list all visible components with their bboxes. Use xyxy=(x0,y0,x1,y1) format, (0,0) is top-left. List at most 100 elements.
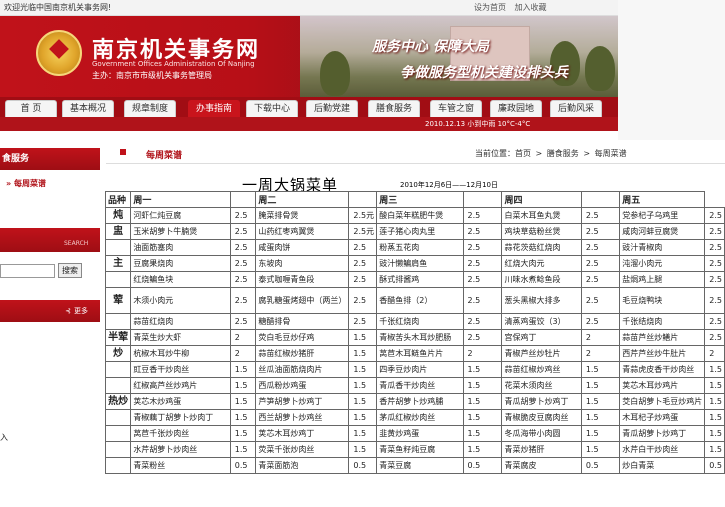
nav-tab-6[interactable]: 膳食服务 xyxy=(368,100,420,117)
dish-price: 1.5 xyxy=(229,425,257,442)
dish-name: 粉蒸五花肉 xyxy=(376,239,464,256)
dish-price: 2.5 xyxy=(704,313,725,330)
dish-name: 丝瓜油面筋烧肉片 xyxy=(255,361,350,378)
sidebar-item-weekly-menu[interactable]: » 每周菜谱 xyxy=(6,178,46,189)
breadcrumb-home[interactable]: 当前位置：首页 xyxy=(475,149,531,158)
sidebar-more-bar[interactable]: ⊰ 更多 xyxy=(0,300,100,322)
dish-price: 1.5 xyxy=(462,425,503,442)
dish-name: 茅瓜红椒炒肉丝 xyxy=(376,409,464,426)
dish-name: 蒜苗芦丝炒鳝片 xyxy=(619,329,706,346)
dish-name: 青瓜胡萝卜炒鸡丁 xyxy=(619,425,706,442)
sidebar: 食服务 » 每周菜谱 SEARCH 搜索 ⊰ 更多 入 xyxy=(0,140,100,507)
table-row: 蒜苗红烧肉 2.5 糖醋排骨 2.5 千张红烧肉 2.5 清蒸鸡蛋饺（3） 2.5 千张结烧肉 2… xyxy=(104,313,725,330)
dish-name: 韭黄炒鸡蛋 xyxy=(376,425,464,442)
table-row: 热炒 荚芯木炒鸡蛋 1.5 芦笋胡萝卜炒鸡丁 1.5 香芹胡萝卜炒鸡脯 1.5 青瓜胡萝卜炒鸡… xyxy=(104,393,725,410)
dish-name: 咸肉河蚌豆腐煲 xyxy=(619,223,706,240)
dish-price: 2.5 xyxy=(462,223,503,240)
table-row: 青菜粉丝 0.5 青菜面筋泡 0.5 青菜豆腐 0.5 青菜腐皮 0.5 炒白青菜 0.5 xyxy=(104,457,725,474)
date-bar: 2010.12.13 小到中雨 10°C-4°C xyxy=(0,117,618,131)
dish-price: 2.5 xyxy=(704,223,725,240)
breadcrumb-weekly-menu[interactable]: 每周菜谱 xyxy=(595,149,627,158)
dish-price: 2.5 xyxy=(704,239,725,256)
dish-price: 2.5 xyxy=(348,313,378,330)
dish-price: 1.5 xyxy=(348,361,378,378)
dish-name: 青菜鱼籽炖豆腐 xyxy=(376,441,464,458)
dish-price: 1.5 xyxy=(580,393,621,410)
dish-name: 千张结烧肉 xyxy=(619,313,706,330)
dish-price: 2.5 xyxy=(462,255,503,272)
dish-name: 豇豆香干炒肉丝 xyxy=(130,361,231,378)
sidebar-section-header: 食服务 xyxy=(0,148,100,170)
dish-name: 青菜腐皮 xyxy=(501,457,582,474)
weekly-menu-table: 品种 周一 周二 周三 周四 周五 炖河虾仁炖豆腐 2.5 腌菜排骨煲 2.5元 酸白菜年糕肥牛煲… xyxy=(104,191,725,474)
table-header-row: 品种 周一 周二 周三 周四 周五 xyxy=(104,191,725,208)
dish-name: 东坡肉 xyxy=(255,255,350,272)
dish-name: 白菜木耳鱼丸煲 xyxy=(501,207,582,224)
dish-name: 咸蛋肉饼 xyxy=(255,239,350,256)
dish-price: 2.5 xyxy=(229,207,257,224)
dish-price: 1.5 xyxy=(229,393,257,410)
dish-name: 茭白胡萝卜毛豆炒鸡片 xyxy=(619,393,706,410)
table-row: 油面筋塞肉 2.5 咸蛋肉饼 2.5 粉蒸五花肉 2.5 蒜花茨菇红烧肉 2.5 豉汁青椒肉 2.… xyxy=(104,239,725,256)
category-cell: 荤 xyxy=(104,287,132,314)
main-nav: 首 页基本概况 规章制度 办事指南 下载中心 后勤党建 膳食服务 车管之窗 廉政园地 后勤风采 xyxy=(0,97,618,117)
dish-price: 2.5 xyxy=(704,287,725,314)
search-label: SEARCH xyxy=(64,240,89,247)
sidebar-input-label: 入 xyxy=(0,433,8,442)
dish-price: 2.5 xyxy=(580,255,621,272)
dish-price: 2.5 xyxy=(704,271,725,288)
dish-price: 2.5 xyxy=(580,287,621,314)
dish-name: 毛豆烧鸭块 xyxy=(619,287,706,314)
nav-tab-4[interactable]: 下载中心 xyxy=(246,100,298,117)
dish-price: 1.5 xyxy=(704,377,725,394)
category-cell xyxy=(104,409,132,426)
breadcrumb: 当前位置：首页 > 膳食服务 > 每周菜谱 xyxy=(475,149,627,158)
column-header-8 xyxy=(580,191,621,208)
search-input[interactable] xyxy=(0,264,55,278)
add-favorite-link[interactable]: 加入收藏 xyxy=(515,3,547,12)
dish-price: 1.5 xyxy=(704,361,725,378)
nav-tab-7[interactable]: 车管之窗 xyxy=(430,100,482,117)
nav-tab-3[interactable]: 办事指南 xyxy=(188,100,240,117)
nav-tab-0[interactable]: 首 页 xyxy=(5,100,57,117)
dish-name: 酥式排酱鸡 xyxy=(376,271,464,288)
dish-name: 荚芯木耳炒鸡片 xyxy=(619,377,706,394)
nav-tab-9[interactable]: 后勤风采 xyxy=(550,100,602,117)
dish-price: 2.5 xyxy=(462,239,503,256)
nav-tab-5[interactable]: 后勤党建 xyxy=(306,100,358,117)
dish-name: 花菜木须肉丝 xyxy=(501,377,582,394)
nav-tab-8[interactable]: 廉政园地 xyxy=(490,100,542,117)
table-row: 盅玉米胡萝卜牛腩煲 2.5 山药红枣鸡翼煲 2.5元 莲子猪心肉丸里 2.5 鸡块草菇粉丝煲… xyxy=(104,223,725,240)
dish-name: 冬瓜海带小肉圆 xyxy=(501,425,582,442)
nav-tab-2[interactable]: 规章制度 xyxy=(124,100,176,117)
dish-name: 青椒芦丝炒牡片 xyxy=(501,345,582,362)
menu-date-range: 2010年12月6日——12月10日 xyxy=(400,181,498,189)
dish-name: 豆腐果烧肉 xyxy=(130,255,231,272)
column-header-0: 品种 xyxy=(104,191,132,208)
dish-name: 河虾仁炖豆腐 xyxy=(130,207,231,224)
breadcrumb-food-service[interactable]: 膳食服务 xyxy=(547,149,579,158)
dish-price: 2.5 xyxy=(704,255,725,272)
dish-price: 1.5 xyxy=(580,409,621,426)
dish-price: 2 xyxy=(580,345,621,362)
dish-price: 2.5 xyxy=(348,271,378,288)
column-header-4 xyxy=(348,191,378,208)
dish-name: 酸白菜年糕肥牛煲 xyxy=(376,207,464,224)
dish-name: 炒白青菜 xyxy=(619,457,706,474)
dish-name: 西芹芦丝炒牛肚片 xyxy=(619,345,706,362)
dish-name: 木须小肉元 xyxy=(130,287,231,314)
set-home-link[interactable]: 设为首页 xyxy=(474,3,506,12)
dish-name: 青菜豆腐 xyxy=(376,457,464,474)
category-cell xyxy=(104,361,132,378)
table-row: 红烧鳊鱼块 2.5 泰式咖喱青鱼段 2.5 酥式排酱鸡 2.5 川味水煮鲶鱼段 2.5 盐焗鸡上… xyxy=(104,271,725,288)
search-button[interactable]: 搜索 xyxy=(58,263,82,278)
category-cell xyxy=(104,441,132,458)
column-header-7: 周四 xyxy=(501,191,582,208)
dish-price: 2.5 xyxy=(348,239,378,256)
dish-name: 青菜面筋泡 xyxy=(255,457,350,474)
table-row: 炒杭椒木耳炒牛柳 2 蒜苗红椒炒猪肝 1.5 莴苣木耳鲢鱼片片 2 青椒芦丝炒牡片 2 西芹芦丝… xyxy=(104,345,725,362)
nav-tab-1[interactable]: 基本概况 xyxy=(62,100,114,117)
dish-name: 红椒高芦丝炒鸡片 xyxy=(130,377,231,394)
dish-price: 1.5 xyxy=(580,361,621,378)
column-header-2 xyxy=(229,191,257,208)
